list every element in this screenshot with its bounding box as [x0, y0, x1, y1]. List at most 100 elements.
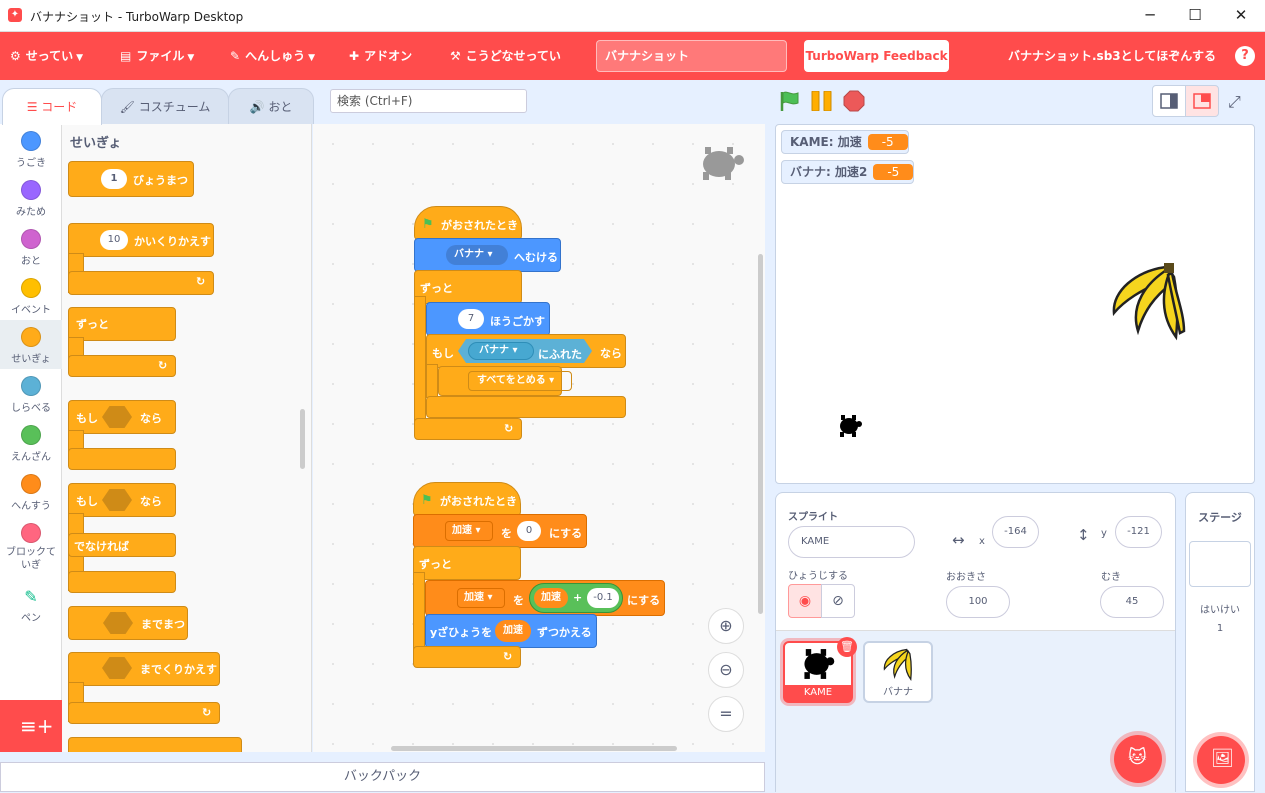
category-pen[interactable]: ✎ ペン: [0, 580, 62, 629]
project-title-input[interactable]: バナナショット: [596, 40, 787, 72]
advanced-label: こうどなせってい: [465, 49, 561, 63]
add-sprite-button[interactable]: 🐱: [1114, 735, 1162, 783]
save-status[interactable]: バナナショット.sb3としてほぞんする: [1008, 32, 1216, 80]
set-value-input[interactable]: 0: [517, 521, 541, 541]
category-operators[interactable]: えんざん: [0, 418, 62, 467]
variable-dropdown[interactable]: 加速 ▾: [445, 521, 493, 541]
stop-icon[interactable]: [843, 90, 865, 112]
maximize-button[interactable]: ☐: [1172, 0, 1218, 32]
category-variables[interactable]: へんすう: [0, 467, 62, 516]
banana-sprite[interactable]: [1106, 261, 1186, 341]
palette-scrollbar[interactable]: [300, 409, 305, 469]
backpack[interactable]: バックパック: [0, 762, 765, 792]
script-workspace[interactable]: ⚑ がおされたとき バナナ ▾ へむける ずっと 7 ほうごかす もし バナナ …: [313, 124, 765, 752]
move-steps-input[interactable]: 7: [458, 309, 484, 329]
backdrop-thumbnail[interactable]: [1189, 541, 1251, 587]
help-button[interactable]: ?: [1235, 46, 1255, 66]
category-control[interactable]: せいぎょ: [0, 320, 62, 369]
feedback-button[interactable]: TurboWarp Feedback: [804, 40, 949, 72]
variable-reporter[interactable]: 加速: [534, 588, 568, 608]
eye-slash-icon: ⊘: [832, 593, 844, 609]
loop-arrow-icon: ↻: [158, 359, 168, 372]
advanced-settings-menu[interactable]: ⚒ こうどなせってい: [450, 32, 561, 80]
category-sensing[interactable]: しらべる: [0, 369, 62, 418]
menu-bar: ⚙ せってい ▼ ▤ ファイル ▼ ✎ へんしゅう ▼ ✚ アドオン ⚒ こうどなせってい バナ…: [0, 32, 1265, 80]
close-button[interactable]: ✕: [1218, 0, 1264, 32]
set-to-label: を: [513, 594, 524, 607]
sprite-tile-kame[interactable]: KAME 🗑: [783, 637, 857, 703]
change-suffix-label: ずつかえる: [537, 626, 592, 639]
category-sound[interactable]: おと: [0, 222, 62, 271]
if-block[interactable]: もし なら: [68, 400, 178, 474]
sprite-tile-name: バナナ: [883, 687, 913, 698]
then-label: なら: [600, 347, 622, 360]
pause-icon[interactable]: [811, 91, 833, 111]
chevron-down-icon: ▼: [187, 53, 195, 63]
variable-monitor-kame[interactable]: KAME: 加速 -5: [781, 130, 909, 154]
app-icon: ✦: [8, 8, 22, 22]
size-input[interactable]: 100: [946, 586, 1010, 618]
file-menu[interactable]: ▤ ファイル ▼: [120, 32, 194, 80]
condition-slot[interactable]: [103, 612, 133, 634]
kame-sprite[interactable]: [836, 412, 864, 440]
variable-reporter[interactable]: 加速: [495, 620, 531, 642]
repeat-count-input[interactable]: 10: [100, 230, 128, 250]
add-extension-button[interactable]: ≡+: [0, 700, 62, 752]
category-looks[interactable]: みため: [0, 173, 62, 222]
edit-menu[interactable]: ✎ へんしゅう ▼: [230, 32, 315, 80]
category-my-blocks[interactable]: ブロックていぎ: [0, 516, 62, 576]
fullscreen-icon[interactable]: ⤢: [1228, 92, 1241, 112]
search-input[interactable]: 検索 (Ctrl+F): [330, 89, 527, 113]
repeat-until-block[interactable]: までくりかえす ↻: [68, 652, 222, 728]
stage-canvas[interactable]: KAME: 加速 -5 バナナ: 加速2 -5: [775, 124, 1255, 484]
variable-dropdown[interactable]: 加速 ▾: [457, 588, 505, 608]
touch-target-dropdown[interactable]: バナナ ▾: [468, 342, 534, 360]
zoom-out-button[interactable]: ⊖: [708, 652, 744, 688]
small-stage-button[interactable]: [1152, 85, 1186, 117]
point-target-dropdown[interactable]: バナナ ▾: [446, 245, 508, 265]
script-2[interactable]: ⚑ がおされたとき 加速 ▾ を 0 にする ずっと 加速 ▾ を 加速 + -…: [413, 472, 667, 674]
direction-input[interactable]: 45: [1100, 586, 1164, 618]
x-input[interactable]: -164: [992, 516, 1039, 548]
if-else-block[interactable]: もし なら でなければ: [68, 483, 178, 595]
direction-label: むき: [1101, 572, 1121, 583]
repeat-block[interactable]: 10 かいくりかえす ↻: [68, 223, 216, 299]
category-motion[interactable]: うごき: [0, 124, 62, 173]
wait-seconds-input[interactable]: 1: [101, 169, 127, 189]
variable-monitor-banana[interactable]: バナナ: 加速2 -5: [781, 160, 915, 184]
zoom-in-button[interactable]: ⊕: [708, 608, 744, 644]
backdrop-label: はいけい: [1200, 605, 1240, 616]
partial-block[interactable]: [68, 737, 242, 752]
green-flag-icon[interactable]: [778, 90, 802, 112]
set-label: にする: [549, 527, 583, 540]
category-events[interactable]: イベント: [0, 271, 62, 320]
loop-arrow-icon: ↻: [202, 706, 212, 719]
show-sprite-button[interactable]: ◉: [788, 584, 822, 618]
forever-block[interactable]: ずっと ↻: [68, 307, 178, 379]
settings-menu[interactable]: ⚙ せってい ▼: [10, 32, 83, 80]
zoom-reset-button[interactable]: =: [708, 696, 744, 732]
addons-menu[interactable]: ✚ アドオン: [349, 32, 412, 80]
large-stage-button[interactable]: [1185, 85, 1219, 117]
tab-costumes[interactable]: 🖌 コスチューム: [101, 88, 229, 124]
stage-target-pane[interactable]: ステージ はいけい 1 🖼: [1185, 492, 1255, 792]
vertical-scrollbar[interactable]: [758, 254, 763, 614]
minimize-button[interactable]: ─: [1127, 0, 1173, 32]
hide-sprite-button[interactable]: ⊘: [821, 584, 855, 618]
wait-until-block[interactable]: までまつ: [68, 606, 188, 640]
wait-block[interactable]: 1 びょうまつ: [68, 161, 194, 197]
sprite-tile-banana[interactable]: バナナ: [863, 641, 933, 703]
script-1[interactable]: ⚑ がおされたとき バナナ ▾ へむける ずっと 7 ほうごかす もし バナナ …: [414, 196, 628, 448]
tab-code[interactable]: ☰ コード: [2, 88, 102, 125]
sprite-name-label: スプライト: [788, 512, 838, 523]
horizontal-scrollbar[interactable]: [391, 746, 677, 751]
sprite-info: スプライト KAME ↔ x -164 ↕ y -121 ひょうじする ◉ ⊘ …: [776, 493, 1175, 631]
forever-label: ずっと: [76, 318, 109, 331]
y-input[interactable]: -121: [1115, 516, 1162, 548]
stop-option-dropdown[interactable]: すべてをとめる ▾: [468, 371, 572, 391]
tab-sounds[interactable]: 🔊 おと: [228, 88, 314, 124]
delete-sprite-button[interactable]: 🗑: [837, 637, 857, 657]
sprite-name-input[interactable]: KAME: [788, 526, 915, 558]
add-backdrop-button[interactable]: 🖼: [1197, 736, 1245, 784]
operand-input[interactable]: -0.1: [587, 588, 619, 608]
